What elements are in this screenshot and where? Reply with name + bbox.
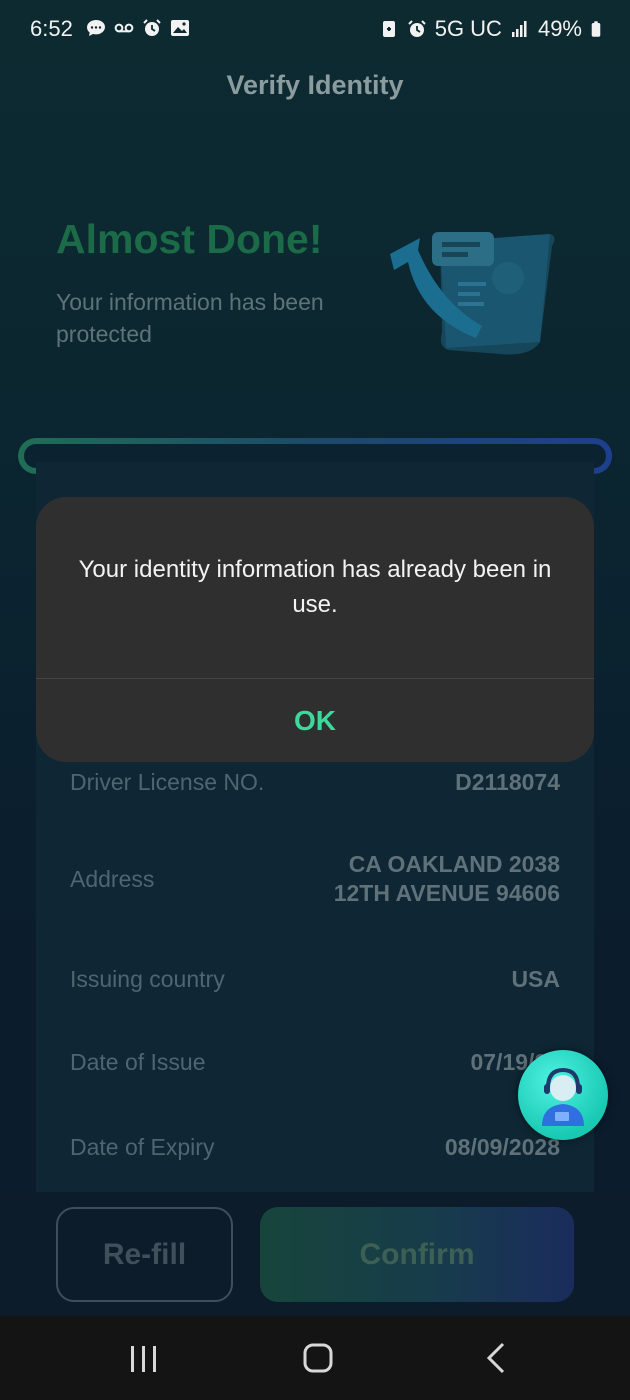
support-agent-icon bbox=[542, 1067, 584, 1126]
detail-row-address: Address CA OAKLAND 2038 12TH AVENUE 9460… bbox=[70, 850, 560, 908]
status-time: 6:52 bbox=[30, 16, 73, 41]
detail-value: D2118074 bbox=[455, 769, 560, 795]
alert-dialog: Your identity information has already be… bbox=[36, 497, 594, 762]
detail-row-license: Driver License NO. D2118074 bbox=[70, 768, 560, 797]
message-icon bbox=[87, 20, 105, 36]
system-nav-bar bbox=[0, 1316, 630, 1400]
ok-button[interactable]: OK bbox=[36, 679, 594, 762]
alarm-icon bbox=[143, 19, 161, 36]
gallery-icon bbox=[171, 20, 189, 36]
screen: 6:52 5G UC 49% Verify Identity Almost Do… bbox=[0, 0, 630, 1400]
status-bar: 6:52 5G UC 49% bbox=[0, 0, 630, 62]
support-agent-button[interactable] bbox=[518, 1050, 608, 1140]
battery-icon bbox=[591, 21, 601, 37]
alarm-icon bbox=[407, 20, 426, 37]
detail-label: Address bbox=[70, 865, 155, 892]
document-protect-illustration bbox=[390, 232, 555, 355]
home-icon bbox=[303, 1343, 333, 1373]
detail-label: Date of Issue bbox=[70, 1049, 206, 1075]
signal-icon bbox=[511, 21, 527, 37]
detail-label: Date of Expiry bbox=[70, 1134, 215, 1160]
back-button[interactable] bbox=[455, 1316, 535, 1400]
network-type: 5G UC bbox=[434, 16, 502, 41]
notification-icons bbox=[86, 18, 190, 38]
refill-button[interactable]: Re-fill bbox=[56, 1207, 233, 1302]
back-icon bbox=[486, 1342, 505, 1374]
battery-saver-icon bbox=[382, 21, 395, 37]
confirm-button[interactable]: Confirm bbox=[260, 1207, 574, 1302]
recents-icon bbox=[131, 1346, 156, 1372]
page-title: Verify Identity bbox=[226, 70, 404, 100]
voicemail-icon bbox=[114, 23, 134, 33]
hero-subtitle: Your information has been protected bbox=[56, 289, 324, 347]
detail-value: CA OAKLAND 2038 12TH AVENUE 94606 bbox=[333, 851, 560, 906]
hero-title: Almost Done! bbox=[56, 216, 323, 262]
detail-row-issue-date: Date of Issue 07/19/20 bbox=[70, 1048, 560, 1077]
detail-value: USA bbox=[511, 966, 560, 992]
detail-label: Issuing country bbox=[70, 966, 225, 992]
battery-percent: 49% bbox=[537, 16, 582, 41]
detail-row-expiry-date: Date of Expiry 08/09/2028 bbox=[70, 1133, 560, 1162]
home-button[interactable] bbox=[278, 1316, 358, 1400]
recents-button[interactable] bbox=[103, 1316, 183, 1400]
dialog-message: Your identity information has already be… bbox=[78, 556, 552, 618]
status-right: 5G UC 49% bbox=[379, 16, 602, 42]
detail-label: Driver License NO. bbox=[70, 769, 265, 795]
detail-row-country: Issuing country USA bbox=[70, 965, 560, 994]
